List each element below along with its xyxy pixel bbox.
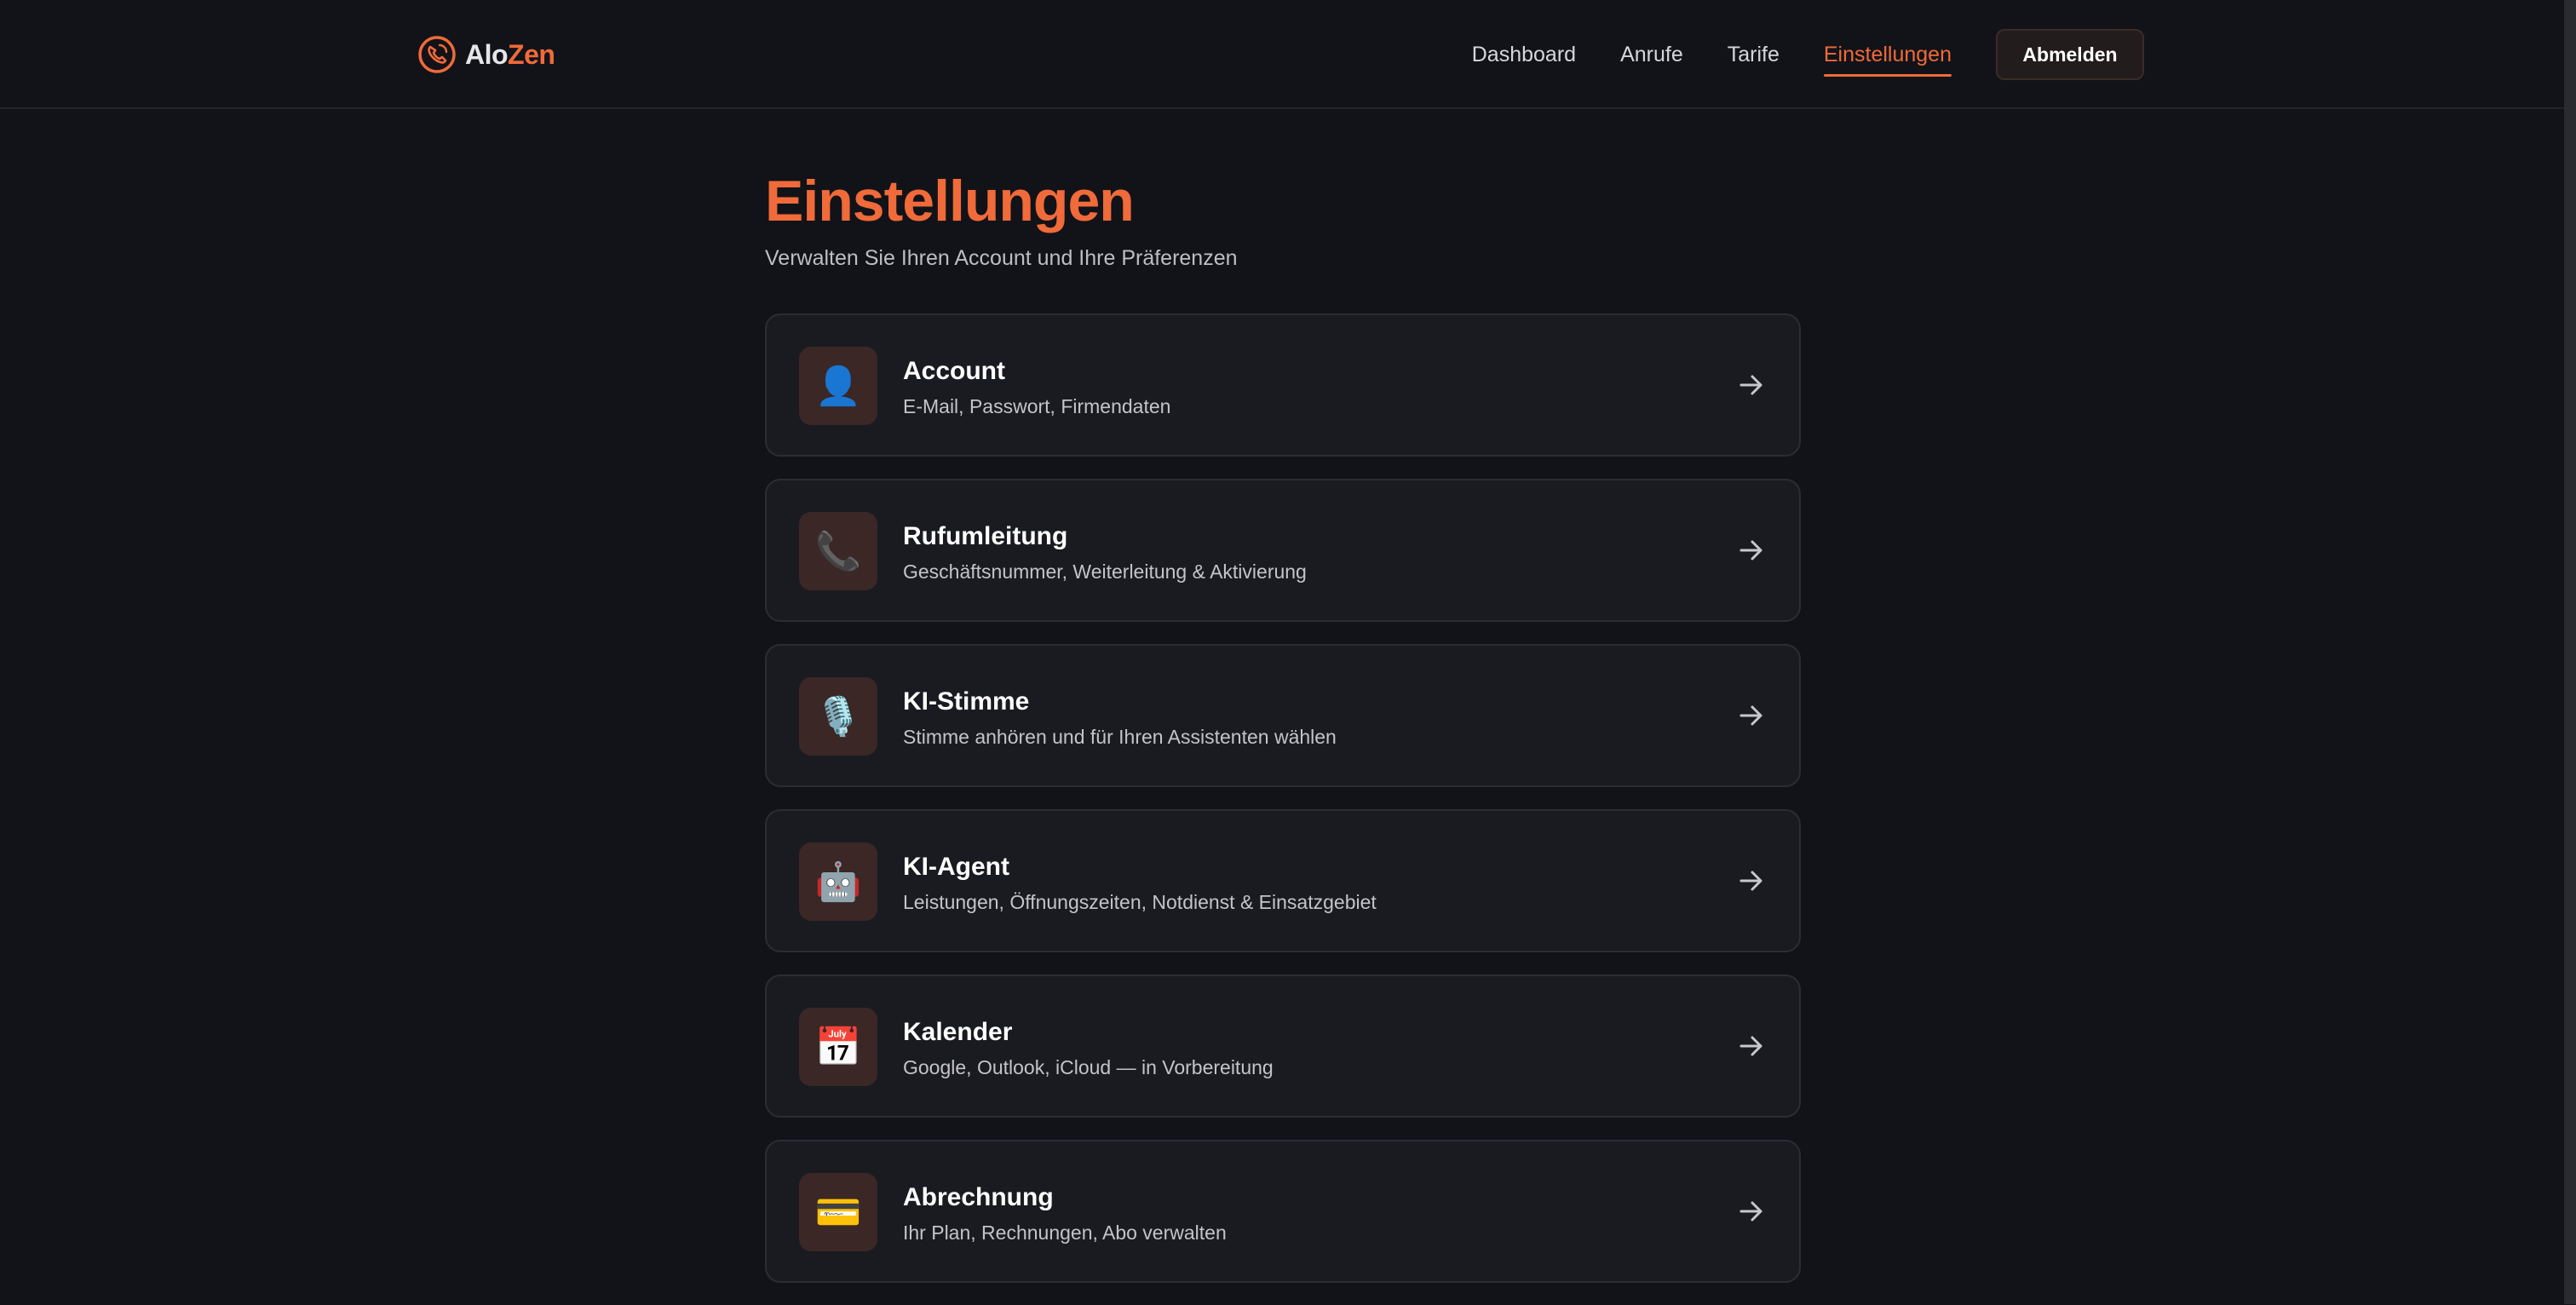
phone-icon: 📞 [799,512,877,590]
arrow-right-icon [1739,375,1762,395]
settings-card-account[interactable]: 👤 Account E-Mail, Passwort, Firmendaten [765,313,1801,457]
nav-link-tarife[interactable]: Tarife [1728,29,1780,80]
logo-text: AloZen [465,39,555,71]
logo-text-part1: Alo [465,38,509,70]
card-title: Abrechnung [903,1183,1054,1211]
settings-list: 👤 Account E-Mail, Passwort, Firmendaten … [765,313,1801,1283]
card-title: Kalender [903,1018,1013,1046]
top-navigation-bar: AloZen Dashboard Anrufe Tarife Einstellu… [0,0,2564,109]
robot-icon: 🤖 [799,842,877,921]
nav-link-dashboard[interactable]: Dashboard [1472,29,1576,80]
logout-button[interactable]: Abmelden [1996,29,2144,80]
page-title: Einstellungen [765,169,1135,233]
logo[interactable]: AloZen [417,32,555,77]
card-title: KI-Stimme [903,687,1030,716]
phone-logo-icon [418,36,456,73]
arrow-right-icon [1739,871,1762,891]
settings-card-rufumleitung[interactable]: 📞 Rufumleitung Geschäftsnummer, Weiterle… [765,479,1801,622]
microphone-icon: 🎙️ [799,677,877,756]
calendar-icon: 📅 [799,1008,877,1086]
arrow-right-icon [1739,540,1762,561]
credit-card-icon: 💳 [799,1173,877,1251]
card-description: Leistungen, Öffnungszeiten, Notdienst & … [903,891,1377,913]
app-window: AloZen Dashboard Anrufe Tarife Einstellu… [0,0,2576,1304]
settings-card-abrechnung[interactable]: 💳 Abrechnung Ihr Plan, Rechnungen, Abo v… [765,1140,1801,1283]
nav-link-anrufe[interactable]: Anrufe [1620,29,1683,80]
card-description: Stimme anhören und für Ihren Assistenten… [903,726,1337,748]
card-description: E-Mail, Passwort, Firmendaten [903,395,1171,417]
settings-card-kalender[interactable]: 📅 Kalender Google, Outlook, iCloud — in … [765,974,1801,1118]
card-title: Account [903,357,1005,385]
card-title: KI-Agent [903,853,1009,881]
arrow-right-icon [1739,1036,1762,1056]
logo-text-part2: Zen [508,38,555,70]
nav-link-einstellungen[interactable]: Einstellungen [1823,29,1952,80]
arrow-right-icon [1739,705,1762,726]
arrow-right-icon [1739,1201,1762,1222]
card-description: Ihr Plan, Rechnungen, Abo verwalten [903,1222,1227,1244]
card-title: Rufumleitung [903,522,1068,550]
main-nav: Dashboard Anrufe Tarife Einstellungen Ab… [1472,29,2144,80]
card-description: Geschäftsnummer, Weiterleitung & Aktivie… [903,561,1307,583]
user-icon: 👤 [799,347,877,425]
settings-main: Einstellungen Verwalten Sie Ihren Accoun… [765,165,1801,1305]
page-subtitle: Verwalten Sie Ihren Account und Ihre Prä… [765,246,1238,270]
settings-card-ki-stimme[interactable]: 🎙️ KI-Stimme Stimme anhören und für Ihre… [765,644,1801,787]
card-description: Google, Outlook, iCloud — in Vorbereitun… [903,1056,1274,1078]
settings-card-ki-agent[interactable]: 🤖 KI-Agent Leistungen, Öffnungszeiten, N… [765,809,1801,952]
